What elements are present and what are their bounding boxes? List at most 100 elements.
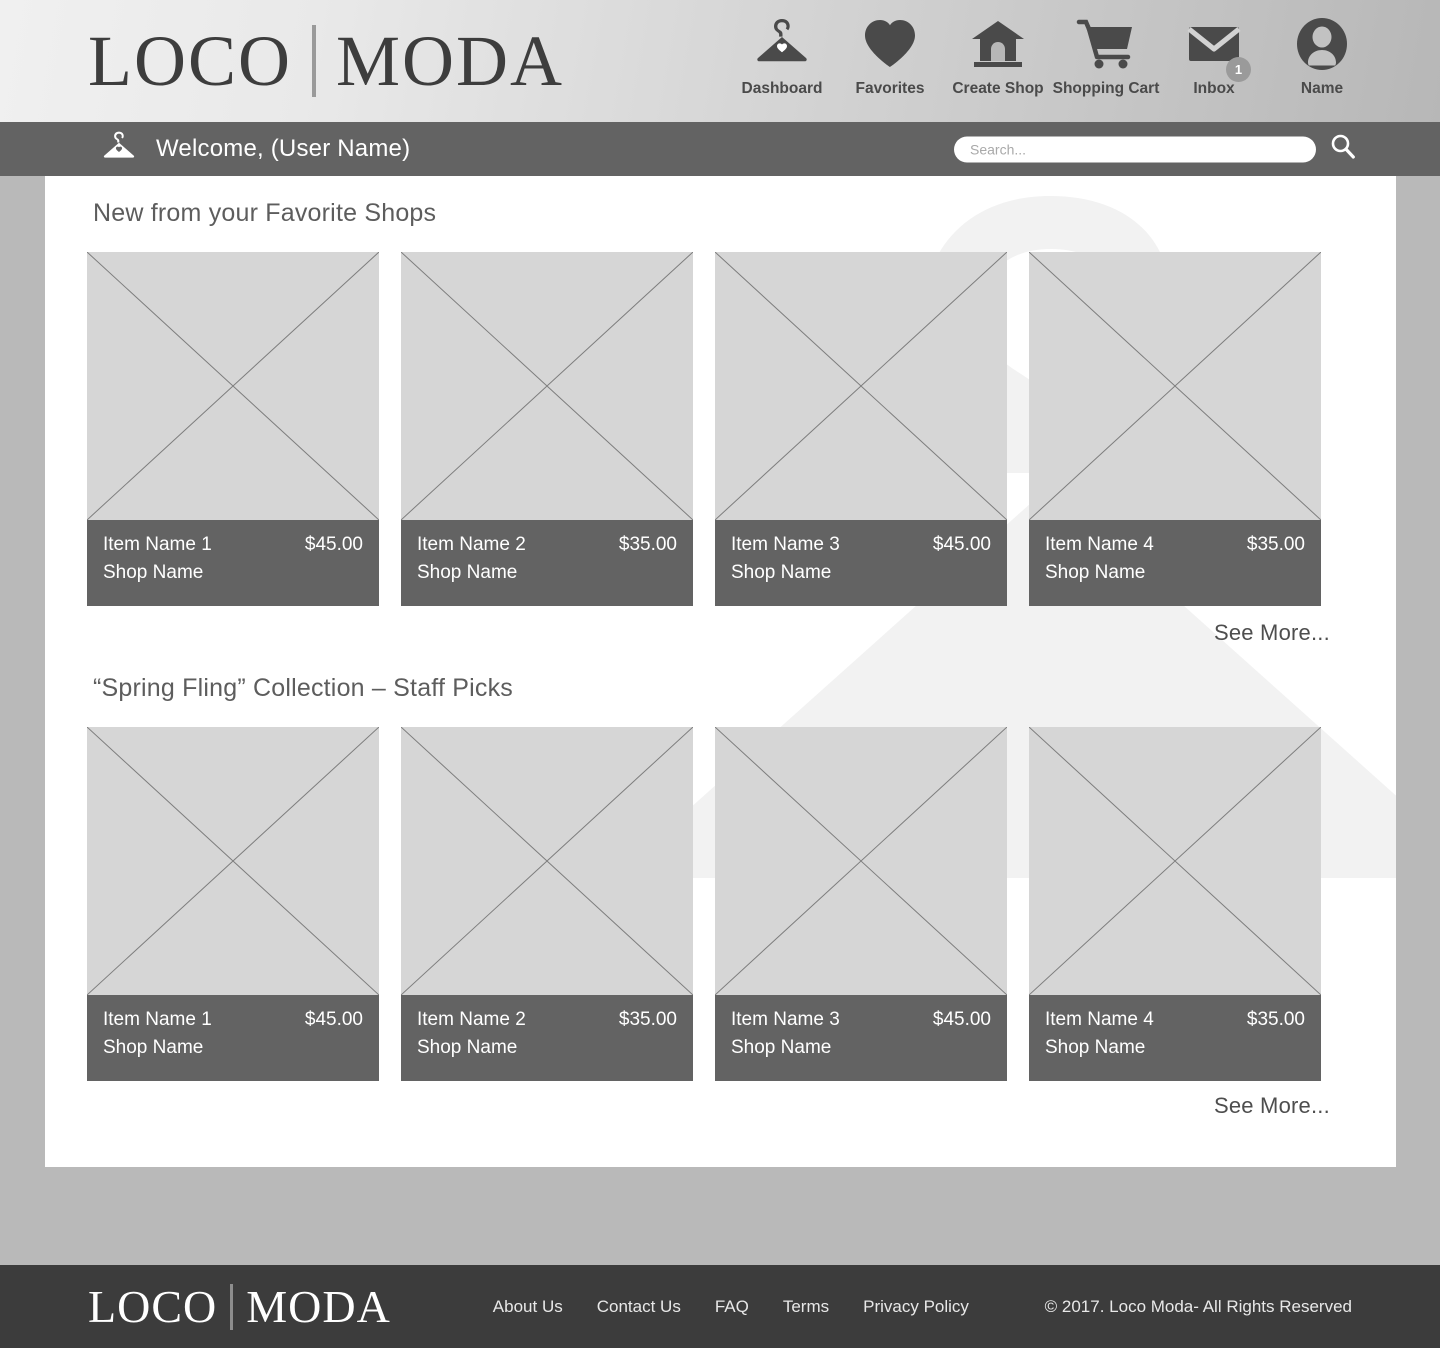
product-image-placeholder [1028,251,1322,521]
product-image-placeholder [400,726,694,996]
product-caption: Item Name 3 $45.00 Shop Name [715,520,1007,606]
welcome-bar: Welcome, (User Name) [0,122,1440,176]
brand-logo[interactable]: LOCO MODA [88,25,564,97]
product-shop: Shop Name [731,1037,832,1058]
product-price: $35.00 [1246,534,1305,555]
footer-links: About Us Contact Us FAQ Terms Privacy Po… [493,1297,969,1317]
nav-label-shopping-cart: Shopping Cart [1052,80,1160,97]
product-image-placeholder [714,251,1008,521]
product-price: $45.00 [932,534,991,555]
section-title-favorites: New from your Favorite Shops [93,199,437,227]
nav-item-name[interactable]: Name [1268,8,1376,98]
product-caption: Item Name 1 $45.00 Shop Name [87,520,379,606]
search-icon[interactable] [1328,132,1358,167]
nav-label-name: Name [1300,80,1344,97]
site-footer: LOCO MODA About Us Contact Us FAQ Terms … [0,1265,1440,1348]
product-image-placeholder [86,726,380,996]
product-shop: Shop Name [731,562,832,583]
footer-brand-logo[interactable]: LOCO MODA [88,1280,391,1332]
product-card[interactable]: Item Name 1 $45.00 Shop Name [86,726,380,1081]
footer-link-contact-us[interactable]: Contact Us [597,1297,681,1317]
user-avatar-icon [1291,8,1353,80]
product-price: $45.00 [304,1009,363,1030]
search-input[interactable] [954,136,1316,162]
copyright-text: © 2017. Loco Moda- All Rights Reserved [1044,1296,1352,1316]
see-more-link-spring-fling[interactable]: See More... [1214,1093,1330,1119]
footer-link-terms[interactable]: Terms [783,1297,829,1317]
footer-brand-word-2: MODA [246,1280,391,1332]
site-header: LOCO MODA Dashboard Favorites Create Sho… [0,0,1440,122]
brand-logo-divider [312,25,316,97]
footer-link-about-us[interactable]: About Us [493,1297,563,1317]
footer-link-privacy-policy[interactable]: Privacy Policy [863,1297,969,1317]
product-price: $35.00 [1246,1009,1305,1030]
product-shop: Shop Name [417,1037,518,1058]
product-card[interactable]: Item Name 2 $35.00 Shop Name [400,726,694,1081]
footer-brand-divider [230,1283,234,1330]
page-root: LOCO MODA Dashboard Favorites Create Sho… [0,0,1440,1348]
product-price: $45.00 [932,1009,991,1030]
product-image-placeholder [1028,726,1322,996]
product-caption: Item Name 2 $35.00 Shop Name [401,520,693,606]
product-name: Item Name 3 [731,1009,840,1030]
product-name: Item Name 4 [1045,1009,1154,1030]
hanger-heart-icon [100,128,138,171]
product-price: $45.00 [304,534,363,555]
search-group [954,132,1358,167]
nav-item-inbox[interactable]: 1 Inbox [1160,8,1268,98]
product-row-favorites: Item Name 1 $45.00 Shop Name Item Name 2… [86,251,1322,606]
heart-icon [859,8,921,80]
product-shop: Shop Name [1045,1037,1146,1058]
product-image-placeholder [714,726,1008,996]
footer-link-faq[interactable]: FAQ [715,1297,749,1317]
nav-label-dashboard: Dashboard [741,80,823,97]
product-card[interactable]: Item Name 3 $45.00 Shop Name [714,251,1008,606]
product-caption: Item Name 4 $35.00 Shop Name [1029,995,1321,1081]
product-name: Item Name 4 [1045,534,1154,555]
welcome-message: Welcome, (User Name) [156,135,411,162]
product-card[interactable]: Item Name 4 $35.00 Shop Name [1028,726,1322,1081]
footer-brand-word-1: LOCO [88,1280,218,1332]
nav-item-create-shop[interactable]: Create Shop [944,8,1052,98]
product-card[interactable]: Item Name 4 $35.00 Shop Name [1028,251,1322,606]
inbox-unread-badge: 1 [1226,57,1251,82]
product-shop: Shop Name [103,1037,204,1058]
product-shop: Shop Name [1045,562,1146,583]
nav-label-create-shop: Create Shop [952,80,1044,97]
nav-label-favorites: Favorites [855,80,925,97]
envelope-icon: 1 [1183,8,1251,82]
hanger-heart-icon [751,8,813,80]
product-price: $35.00 [618,534,677,555]
product-caption: Item Name 1 $45.00 Shop Name [87,995,379,1081]
nav-item-dashboard[interactable]: Dashboard [728,8,836,98]
product-price: $35.00 [618,1009,677,1030]
product-caption: Item Name 2 $35.00 Shop Name [401,995,693,1081]
brand-logo-word-2: MODA [336,21,565,101]
welcome-group: Welcome, (User Name) [100,128,410,171]
product-caption: Item Name 3 $45.00 Shop Name [715,995,1007,1081]
nav-label-inbox: Inbox [1193,80,1235,97]
brand-logo-word-1: LOCO [88,21,292,101]
nav-item-favorites[interactable]: Favorites [836,8,944,98]
product-image-placeholder [400,251,694,521]
product-name: Item Name 2 [417,534,526,555]
product-image-placeholder [86,251,380,521]
product-name: Item Name 3 [731,534,840,555]
see-more-link-favorites[interactable]: See More... [1214,620,1330,646]
product-card[interactable]: Item Name 3 $45.00 Shop Name [714,726,1008,1081]
shop-house-icon [967,8,1029,80]
product-name: Item Name 1 [103,534,212,555]
section-title-spring-fling: “Spring Fling” Collection – Staff Picks [93,674,514,702]
product-card[interactable]: Item Name 1 $45.00 Shop Name [86,251,380,606]
content-panel: New from your Favorite Shops Item Name 1… [45,176,1396,1167]
product-caption: Item Name 4 $35.00 Shop Name [1029,520,1321,606]
shopping-cart-icon [1075,8,1137,80]
product-shop: Shop Name [417,562,518,583]
product-card[interactable]: Item Name 2 $35.00 Shop Name [400,251,694,606]
product-shop: Shop Name [103,562,204,583]
product-name: Item Name 2 [417,1009,526,1030]
product-name: Item Name 1 [103,1009,212,1030]
product-row-spring-fling: Item Name 1 $45.00 Shop Name Item Name 2… [86,726,1322,1081]
main-navigation: Dashboard Favorites Create Shop Shopping… [728,8,1376,98]
nav-item-shopping-cart[interactable]: Shopping Cart [1052,8,1160,98]
